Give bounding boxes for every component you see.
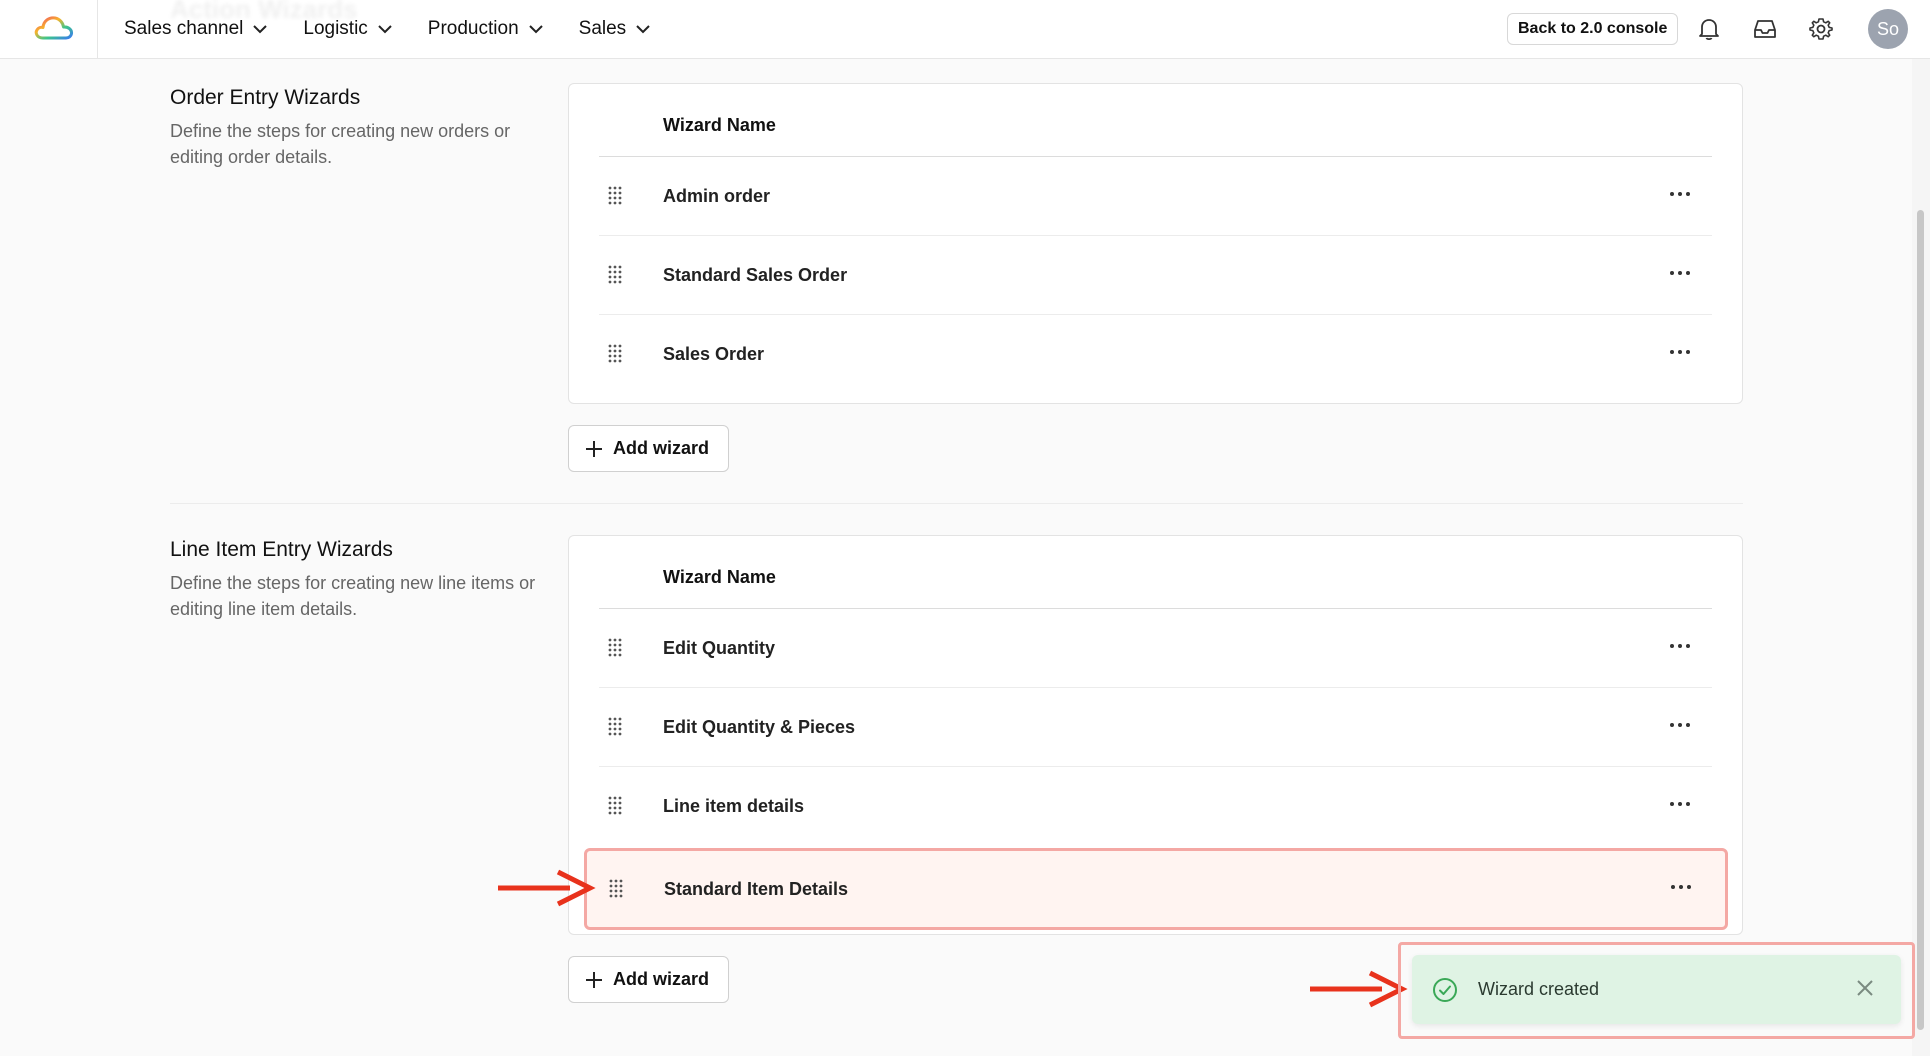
nav-production[interactable]: Production xyxy=(428,18,543,40)
drag-handle-icon[interactable] xyxy=(607,265,623,285)
annotation-arrow-icon xyxy=(1310,970,1408,1008)
table-row[interactable]: Admin order xyxy=(599,157,1712,236)
column-header-wizard-name: Wizard Name xyxy=(663,567,776,587)
chevron-down-icon xyxy=(253,24,268,33)
top-bar: Action Wizards Sales channel Logistic Pr… xyxy=(0,0,1930,59)
add-line-wizard-button[interactable]: Add wizard xyxy=(568,956,729,1003)
nav-label: Sales xyxy=(578,18,627,39)
wizard-name: Admin order xyxy=(663,186,771,206)
wizard-name: Sales Order xyxy=(663,344,765,364)
more-options-icon[interactable] xyxy=(1665,637,1695,655)
wizard-name: Line item details xyxy=(663,796,805,816)
main-nav: Sales channel Logistic Production Sales xyxy=(124,0,650,58)
gear-icon[interactable] xyxy=(1807,15,1835,43)
wizard-name: Edit Quantity xyxy=(663,638,775,658)
nav-sales-channel[interactable]: Sales channel xyxy=(124,18,268,40)
drag-handle-icon[interactable] xyxy=(607,344,623,364)
drag-handle-icon[interactable] xyxy=(607,186,623,206)
nav-label: Logistic xyxy=(303,18,368,39)
table-row[interactable]: Edit Quantity & Pieces xyxy=(599,688,1712,767)
line-section-title: Line Item Entry Wizards xyxy=(170,538,393,561)
more-options-icon[interactable] xyxy=(1665,343,1695,361)
order-section-description: Define the steps for creating new orders… xyxy=(170,121,511,167)
plus-icon xyxy=(586,971,602,988)
avatar[interactable]: So xyxy=(1868,9,1908,49)
cloud-logo-icon xyxy=(34,16,74,40)
table-row[interactable]: Sales Order xyxy=(599,315,1712,394)
nav-logistic[interactable]: Logistic xyxy=(303,18,392,40)
add-wizard-label: Add wizard xyxy=(613,438,710,458)
chevron-down-icon xyxy=(528,24,543,33)
line-section-description: Define the steps for creating new line i… xyxy=(170,573,536,619)
drag-handle-icon[interactable] xyxy=(608,879,624,899)
back-to-console-button[interactable]: Back to 2.0 console xyxy=(1507,13,1679,45)
nav-label: Sales channel xyxy=(124,18,244,39)
toast-message: Wizard created xyxy=(1478,979,1600,999)
more-options-icon[interactable] xyxy=(1665,264,1695,282)
more-options-icon[interactable] xyxy=(1666,878,1696,896)
add-order-wizard-button[interactable]: Add wizard xyxy=(568,425,729,472)
nav-sales[interactable]: Sales xyxy=(579,18,651,40)
table-row[interactable]: Standard Sales Order xyxy=(599,236,1712,315)
column-header-wizard-name: Wizard Name xyxy=(663,115,776,135)
wizard-name: Standard Sales Order xyxy=(663,265,848,285)
plus-icon xyxy=(586,440,602,457)
drag-handle-icon[interactable] xyxy=(607,638,623,658)
add-wizard-label: Add wizard xyxy=(613,969,710,989)
more-options-icon[interactable] xyxy=(1665,185,1695,203)
scrollbar-thumb[interactable] xyxy=(1917,210,1924,1030)
wizard-name: Edit Quantity & Pieces xyxy=(663,717,856,737)
more-options-icon[interactable] xyxy=(1665,795,1695,813)
chevron-down-icon xyxy=(378,24,392,33)
more-options-icon[interactable] xyxy=(1665,716,1695,734)
close-icon[interactable] xyxy=(1856,979,1874,997)
inbox-icon[interactable] xyxy=(1751,15,1779,43)
order-section-title: Order Entry Wizards xyxy=(170,86,361,109)
wizard-name: Standard Item Details xyxy=(664,879,849,899)
chevron-down-icon xyxy=(636,24,650,33)
bell-icon[interactable] xyxy=(1695,15,1723,43)
highlighted-new-row[interactable]: Standard Item Details xyxy=(584,848,1728,930)
check-circle-icon xyxy=(1433,978,1457,1002)
drag-handle-icon[interactable] xyxy=(607,796,623,816)
logo[interactable] xyxy=(0,0,98,58)
order-wizards-table: Wizard Name Admin order Standard Sales O… xyxy=(568,83,1743,404)
table-row[interactable]: Line item details xyxy=(599,767,1712,846)
nav-label: Production xyxy=(427,18,519,39)
success-toast: Wizard created xyxy=(1412,955,1901,1024)
table-row[interactable]: Edit Quantity xyxy=(599,609,1712,688)
annotation-arrow-icon xyxy=(498,869,596,907)
section-divider xyxy=(170,503,1743,504)
drag-handle-icon[interactable] xyxy=(607,717,623,737)
